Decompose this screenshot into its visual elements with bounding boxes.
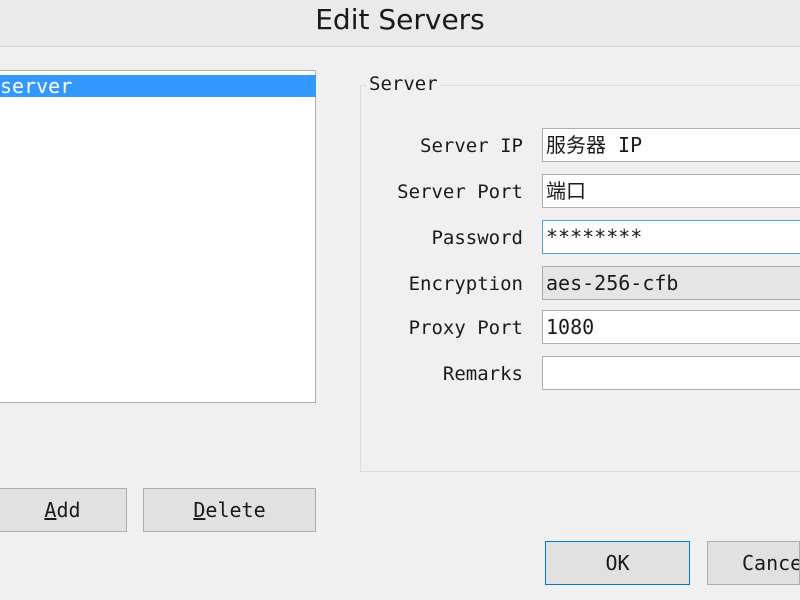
- ok-button[interactable]: OK: [545, 541, 690, 585]
- delete-button[interactable]: Delete: [143, 488, 316, 532]
- server-port-input[interactable]: 端口: [542, 174, 800, 208]
- password-input[interactable]: ********: [542, 220, 800, 254]
- delete-button-mnemonic: D: [193, 498, 206, 522]
- server-list-item[interactable]: server: [0, 75, 316, 97]
- server-list[interactable]: server: [0, 70, 316, 403]
- add-button-mnemonic: A: [44, 498, 57, 522]
- ok-button-label: OK: [605, 551, 630, 575]
- server-port-label: Server Port: [397, 181, 523, 203]
- edit-servers-dialog: Edit Servers server Server Server IP 服务器…: [0, 0, 800, 600]
- remarks-input[interactable]: [542, 356, 800, 390]
- server-ip-label: Server IP: [420, 135, 523, 157]
- encryption-label: Encryption: [408, 273, 523, 295]
- proxy-port-label: Proxy Port: [408, 317, 523, 339]
- server-list-item-label: server: [0, 74, 73, 98]
- proxy-port-input[interactable]: 1080: [542, 310, 800, 344]
- server-group-title: Server: [366, 71, 441, 97]
- delete-button-label: elete: [205, 498, 266, 522]
- title-bar[interactable]: Edit Servers: [0, 0, 800, 47]
- password-label: Password: [431, 227, 523, 249]
- cancel-button[interactable]: Cancel: [707, 541, 800, 585]
- add-button-label: dd: [56, 498, 81, 522]
- server-ip-input[interactable]: 服务器 IP: [542, 128, 800, 162]
- cancel-button-label: Cancel: [742, 551, 799, 575]
- add-button[interactable]: Add: [0, 488, 127, 532]
- encryption-select[interactable]: aes-256-cfb: [542, 266, 800, 300]
- remarks-label: Remarks: [442, 363, 523, 385]
- window-title: Edit Servers: [315, 3, 485, 36]
